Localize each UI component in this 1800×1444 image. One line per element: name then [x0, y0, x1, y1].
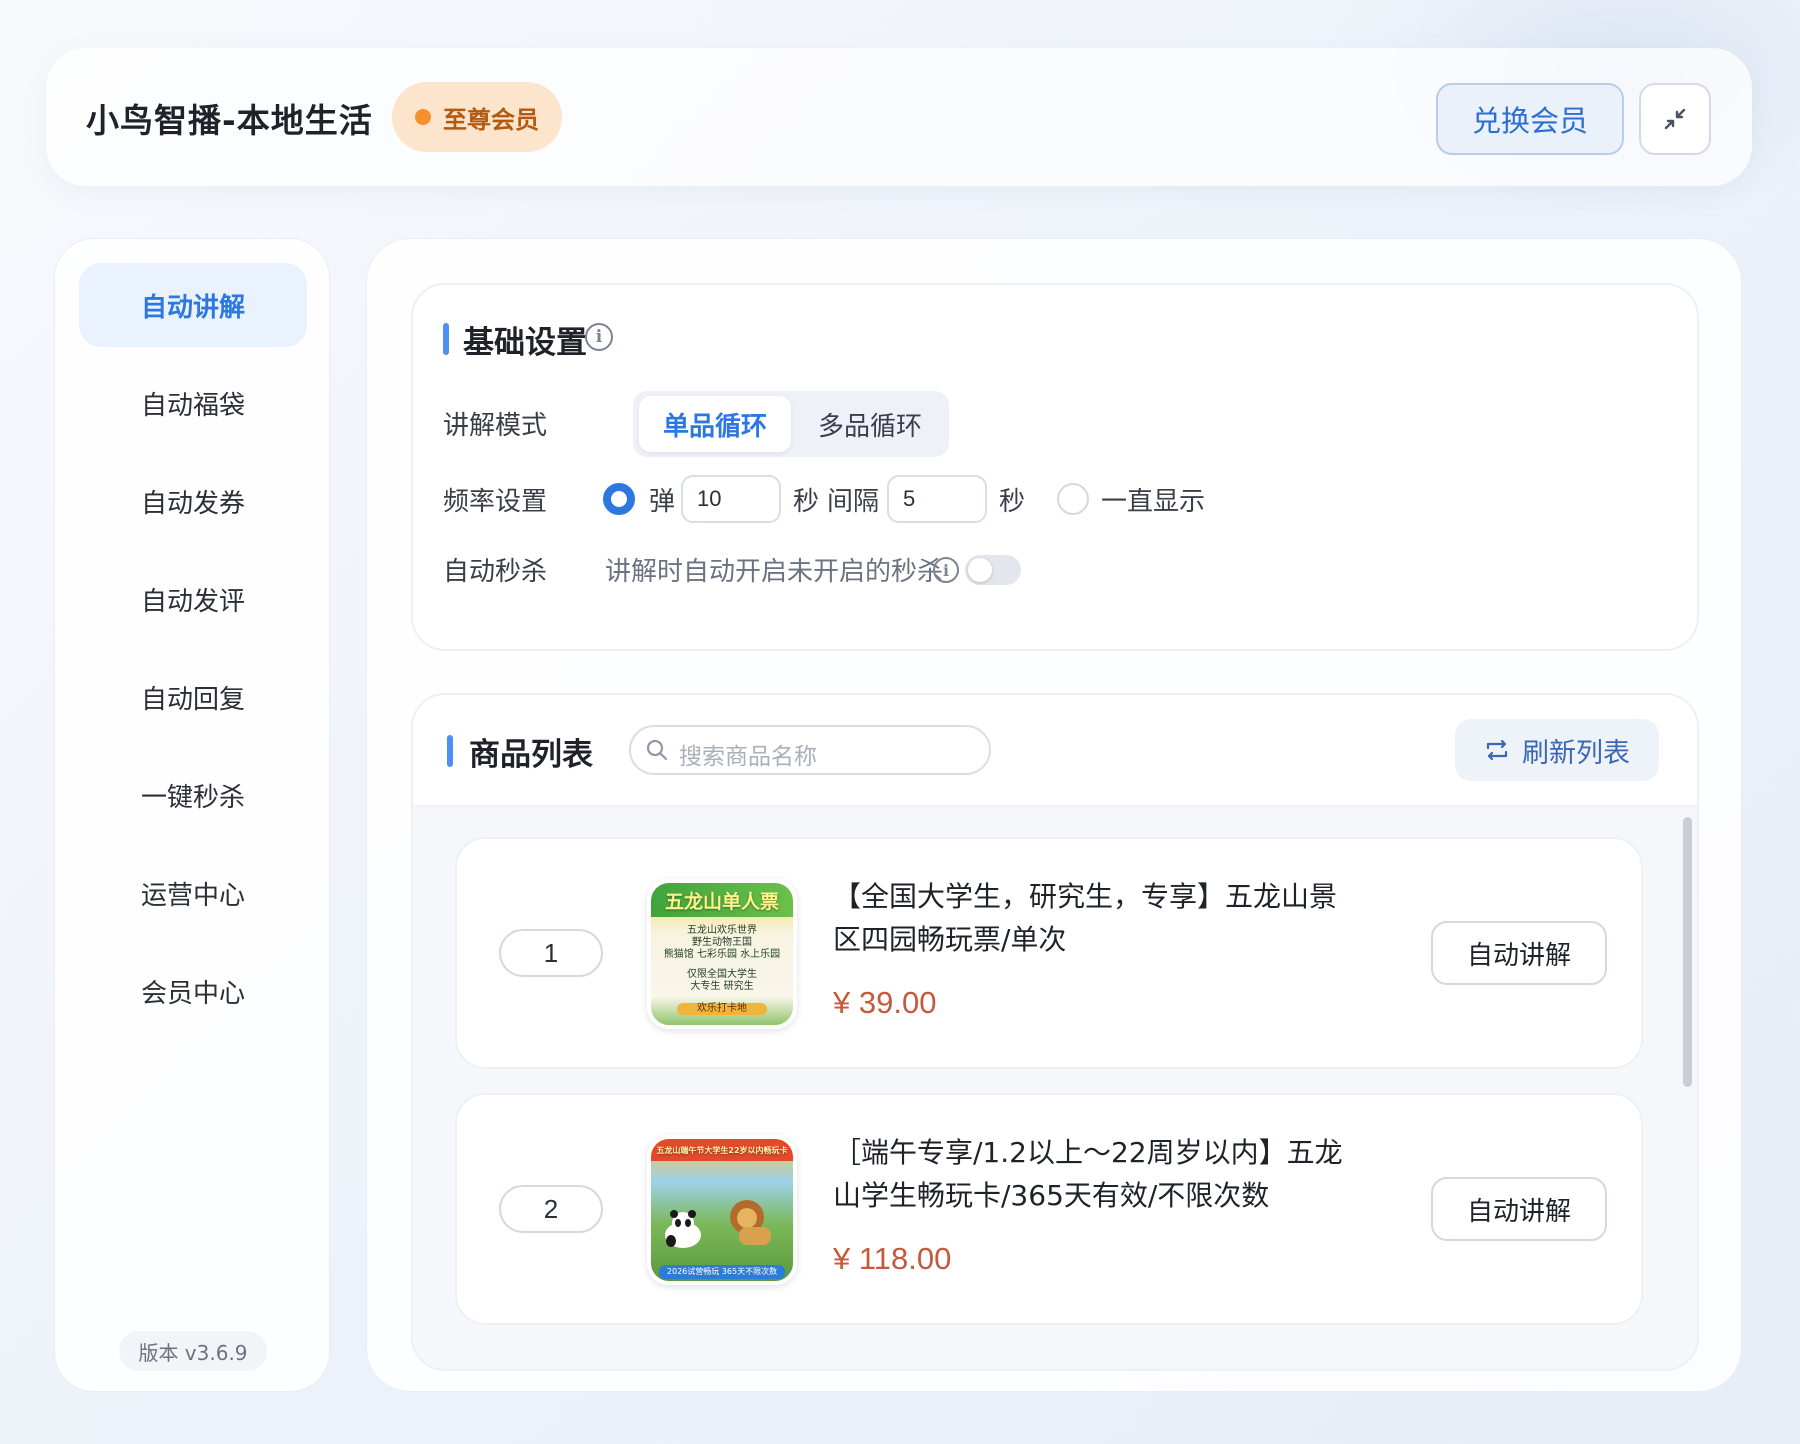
collapse-arrows-icon [1664, 108, 1686, 130]
flash-sale-toggle[interactable] [965, 555, 1021, 585]
section-accent-bar [447, 735, 453, 767]
mode-multi-loop[interactable]: 多品循环 [797, 396, 943, 452]
product-list-body[interactable]: 1 五龙山单人票 五龙山欢乐世界 野生动物王国 熊猫馆 七彩乐园 水上乐园 仅限… [413, 807, 1697, 1369]
version-badge: 版本 v3.6.9 [119, 1331, 267, 1371]
info-icon[interactable]: i [585, 323, 613, 351]
list-scrollbar[interactable] [1683, 817, 1692, 1087]
vip-badge[interactable]: 至尊会员 [392, 82, 562, 152]
thumbnail-title: 五龙山端午节大学生22岁以内畅玩卡 [651, 1139, 793, 1161]
refresh-label: 刷新列表 [1522, 737, 1630, 769]
vip-dot-icon [415, 109, 431, 125]
section-accent-bar [443, 323, 449, 355]
panda-icon [665, 1210, 701, 1248]
shrink-window-button[interactable] [1639, 83, 1711, 155]
product-name: ［端午专享/1.2以上～22周岁以内】五龙山学生畅玩卡/365天有效/不限次数 [833, 1136, 1343, 1212]
explain-mode-segmented: 单品循环 多品循环 [633, 391, 949, 457]
pop-text: 弹 [649, 487, 676, 517]
thumbnail-line: 五龙山欢乐世界 [687, 925, 757, 936]
thumbnail-line: 大专生 研究生 [690, 981, 754, 992]
sidebar: 自动讲解 自动福袋 自动发券 自动发评 自动回复 一键秒杀 运营中心 会员中心 … [54, 238, 330, 1392]
auto-explain-button[interactable]: 自动讲解 [1431, 1177, 1607, 1241]
toggle-knob [968, 558, 992, 582]
lion-icon [730, 1200, 771, 1245]
product-index-input[interactable]: 2 [499, 1185, 603, 1233]
refresh-list-button[interactable]: 刷新列表 [1455, 719, 1659, 781]
product-price: ¥ 118.00 [833, 1241, 952, 1276]
vip-badge-label: 至尊会员 [443, 105, 539, 134]
product-list-title: 商品列表 [469, 737, 593, 773]
sidebar-item-membership[interactable]: 会员中心 [79, 949, 307, 1033]
seconds-text-2: 秒 [999, 487, 1026, 517]
mode-single-loop[interactable]: 单品循环 [639, 396, 791, 452]
search-placeholder: 搜索商品名称 [679, 744, 817, 770]
search-input[interactable]: 搜索商品名称 [629, 725, 991, 775]
product-thumbnail: 五龙山端午节大学生22岁以内畅玩卡 2026试营畅玩 365天不限次数 [647, 1135, 797, 1285]
interval-seconds-input[interactable]: 5 [887, 475, 987, 523]
flash-sale-description: 讲解时自动开启未开启的秒杀 [605, 557, 944, 587]
mode-label: 讲解模式 [443, 411, 548, 441]
thumbnail-line: 熊猫馆 七彩乐园 水上乐园 [663, 949, 781, 960]
header-bar: 小鸟智播-本地生活 至尊会员 兑换会员 [46, 48, 1752, 186]
product-index-input[interactable]: 1 [499, 929, 603, 977]
thumbnail-line: 仅限全国大学生 [687, 969, 757, 980]
basic-settings-card: 基础设置 i 讲解模式 单品循环 多品循环 频率设置 弹 10 秒 间隔 5 秒… [411, 283, 1699, 651]
sidebar-item-auto-explain[interactable]: 自动讲解 [79, 263, 307, 347]
sidebar-item-auto-coupon[interactable]: 自动发券 [79, 459, 307, 543]
sidebar-item-operations[interactable]: 运营中心 [79, 851, 307, 935]
product-name: 【全国大学生，研究生，专享】五龙山景区四园畅玩票/单次 [833, 880, 1338, 956]
product-thumbnail: 五龙山单人票 五龙山欢乐世界 野生动物王国 熊猫馆 七彩乐园 水上乐园 仅限全国… [647, 879, 797, 1029]
thumbnail-line: 野生动物王国 [692, 937, 752, 948]
sidebar-item-auto-comment[interactable]: 自动发评 [79, 557, 307, 641]
radio-always-show[interactable] [1057, 483, 1089, 515]
product-price: ¥ 39.00 [833, 985, 937, 1020]
product-item: 2 五龙山端午节大学生22岁以内畅玩卡 2026试营畅玩 365天不限次数 ［端… [455, 1093, 1643, 1325]
frequency-label: 频率设置 [443, 487, 548, 517]
flash-sale-label: 自动秒杀 [443, 557, 548, 587]
sidebar-item-auto-lucky-bag[interactable]: 自动福袋 [79, 361, 307, 445]
product-list-header: 商品列表 搜索商品名称 刷新列表 [413, 695, 1697, 807]
app-title: 小鸟智播-本地生活 [86, 101, 373, 140]
sidebar-item-auto-reply[interactable]: 自动回复 [79, 655, 307, 739]
radio-pop-interval[interactable] [603, 483, 635, 515]
thumbnail-line: 2026试营畅玩 365天不限次数 [659, 1265, 785, 1279]
auto-explain-button[interactable]: 自动讲解 [1431, 921, 1607, 985]
thumbnail-title: 五龙山单人票 [651, 883, 793, 917]
sidebar-item-flash-sale[interactable]: 一键秒杀 [79, 753, 307, 837]
interval-text: 间隔 [827, 487, 880, 517]
always-show-text: 一直显示 [1101, 487, 1206, 517]
redeem-membership-button[interactable]: 兑换会员 [1436, 83, 1624, 155]
search-icon [646, 739, 668, 761]
main-panel: 基础设置 i 讲解模式 单品循环 多品循环 频率设置 弹 10 秒 间隔 5 秒… [366, 238, 1742, 1392]
refresh-icon [1486, 739, 1508, 761]
basic-settings-title: 基础设置 [463, 325, 587, 361]
product-item: 1 五龙山单人票 五龙山欢乐世界 野生动物王国 熊猫馆 七彩乐园 水上乐园 仅限… [455, 837, 1643, 1069]
seconds-text: 秒 [793, 487, 820, 517]
product-list-card: 商品列表 搜索商品名称 刷新列表 1 五龙山单人票 五龙山欢乐世界 野生动物王国… [411, 693, 1699, 1371]
thumbnail-line: 欢乐打卡地 [677, 1003, 767, 1015]
pop-seconds-input[interactable]: 10 [681, 475, 781, 523]
info-icon[interactable]: i [933, 557, 959, 583]
